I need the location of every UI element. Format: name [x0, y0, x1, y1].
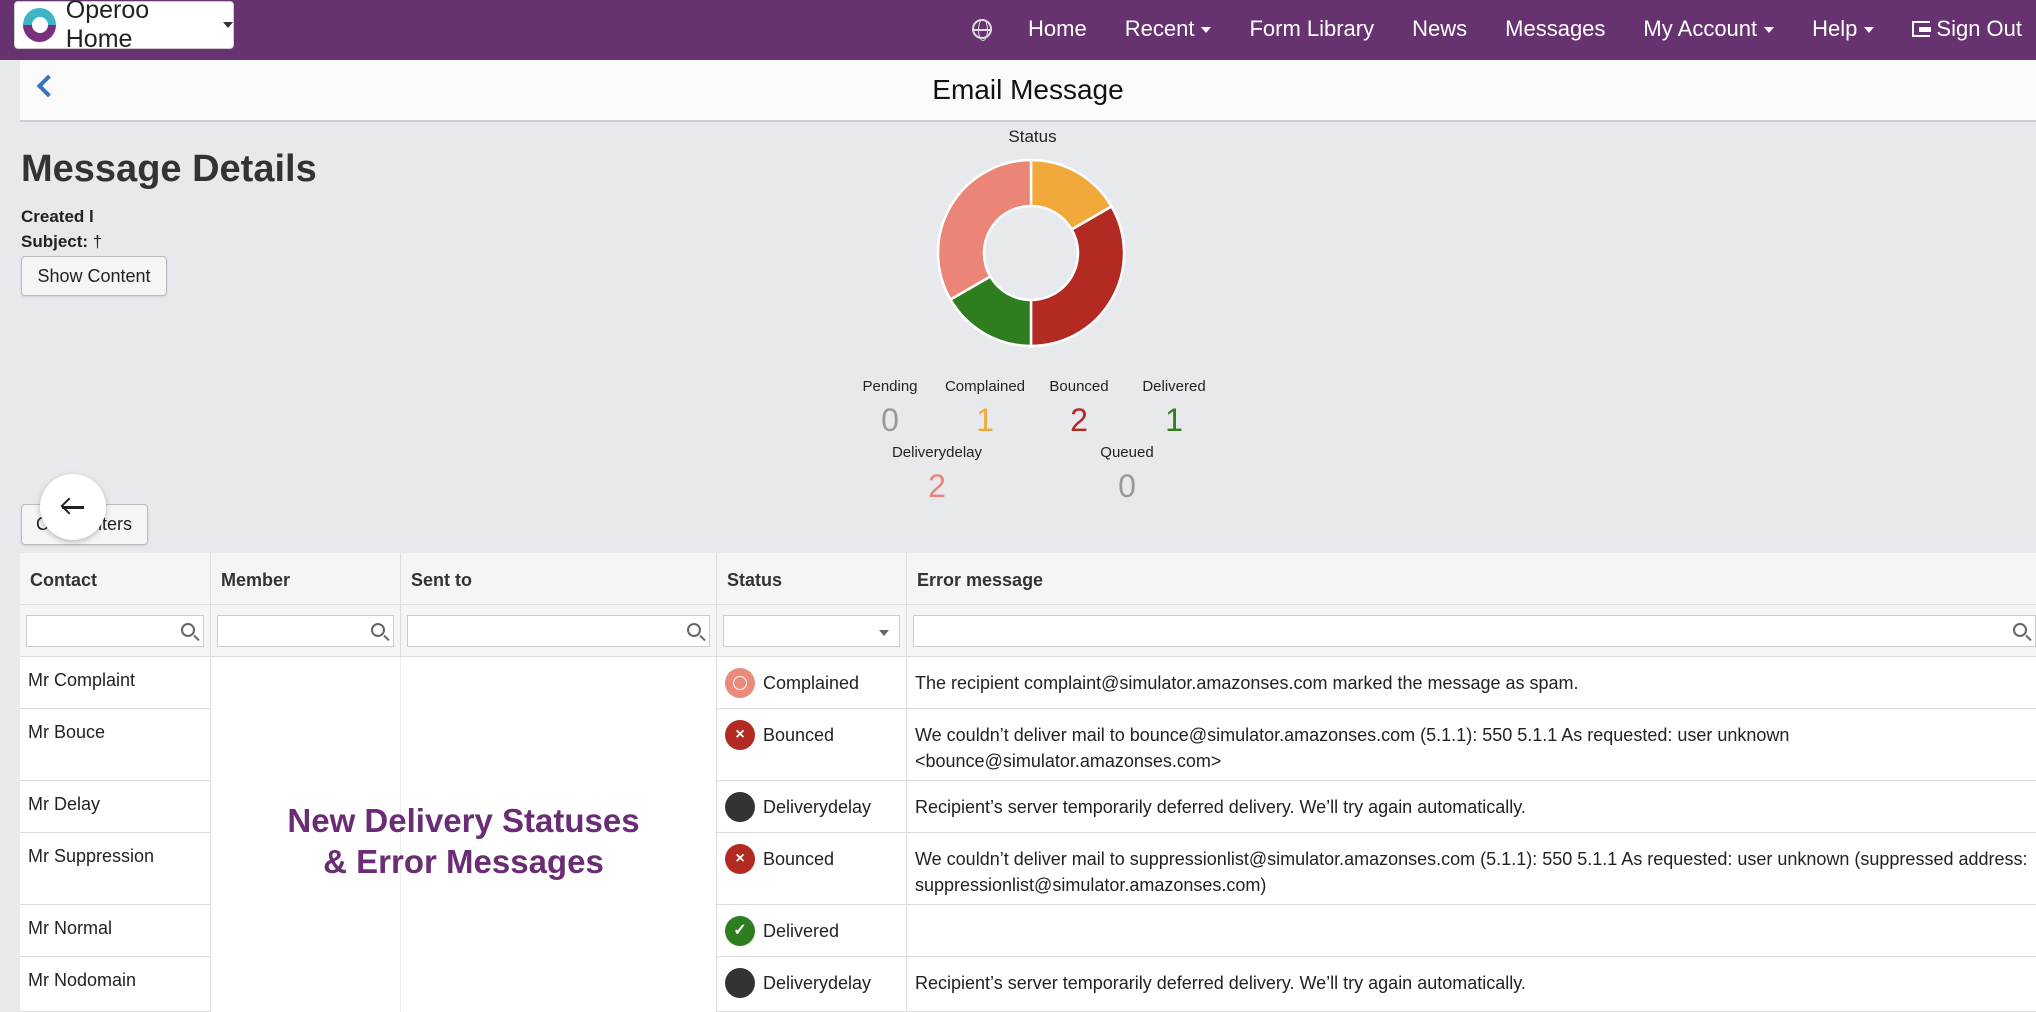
- column-header-contact[interactable]: Contact: [20, 553, 211, 605]
- subject-value: †: [92, 232, 103, 251]
- chevron-down-icon: [879, 630, 889, 636]
- nav-form-library[interactable]: Form Library: [1249, 16, 1374, 42]
- globe-icon[interactable]: [972, 19, 993, 41]
- complained-sad-face-icon: [725, 668, 755, 698]
- search-icon: [687, 623, 701, 637]
- error-message-cell: The recipient complaint@simulator.amazon…: [915, 673, 1579, 693]
- brand-label: Operoo Home: [65, 0, 150, 53]
- chevron-down-icon: [1764, 27, 1775, 34]
- delivery-delay-dot-icon: [725, 792, 755, 822]
- nav-news[interactable]: News: [1412, 16, 1467, 42]
- chevron-down-icon: [1864, 27, 1875, 34]
- search-icon: [2013, 623, 2027, 637]
- chevron-down-icon: [223, 22, 233, 28]
- show-content-button[interactable]: Show Content: [21, 256, 167, 296]
- legend-value-queued: 0: [1118, 468, 1136, 504]
- search-icon: [181, 623, 195, 637]
- member-filter-cell: [211, 605, 401, 657]
- column-header-error-message[interactable]: Error message: [907, 553, 2036, 605]
- contact-cell: Mr Complaint: [20, 657, 211, 708]
- contact-cell: Mr Bouce: [20, 709, 211, 780]
- subject-line: Subject: †: [21, 232, 102, 252]
- nav-help-label: Help: [1812, 16, 1858, 41]
- status-text: Deliverydelay: [763, 973, 872, 993]
- created-label: Created l: [21, 207, 94, 226]
- status-text: Complained: [763, 673, 860, 693]
- nav-my-account-label: My Account: [1643, 16, 1758, 41]
- status-text: Bounced: [763, 849, 835, 869]
- legend-label-delivered: Delivered: [1142, 378, 1206, 395]
- column-header-sent-to[interactable]: Sent to: [401, 553, 717, 605]
- error-message-cell: Recipient’s server temporarily deferred …: [915, 973, 1526, 993]
- nav-sign-out[interactable]: Sign Out: [1912, 16, 2022, 42]
- status-text: Bounced: [763, 725, 835, 745]
- donut-slice-bounced[interactable]: [1029, 204, 1126, 348]
- callout-line-1: New Delivery Statuses: [287, 802, 640, 839]
- contact-cell: Mr Nodomain: [20, 957, 211, 1011]
- status-cell: Deliverydelay: [717, 957, 907, 1011]
- bounced-x-icon: ×: [725, 844, 755, 874]
- chevron-down-icon: [1201, 27, 1212, 34]
- delivery-delay-dot-icon: [725, 968, 755, 998]
- column-header-status[interactable]: Status: [717, 553, 907, 605]
- nav-recent-label: Recent: [1124, 16, 1195, 41]
- status-cell: ✓ Delivered: [717, 905, 907, 956]
- contact-cell: Mr Delay: [20, 781, 211, 832]
- floating-back-button[interactable]: [40, 474, 106, 540]
- page-header: Email Message: [20, 60, 2036, 122]
- bounced-x-icon: ×: [725, 720, 755, 750]
- legend-value-deliverydelay: 2: [928, 468, 946, 504]
- status-cell: Complained: [717, 657, 907, 708]
- sent-to-filter-input[interactable]: [407, 615, 710, 647]
- status-text: Deliverydelay: [763, 797, 872, 817]
- delivered-check-icon: ✓: [725, 916, 755, 946]
- brand-home-dropdown[interactable]: Operoo Home: [14, 0, 234, 53]
- status-filter-select[interactable]: [723, 615, 900, 647]
- error-message-cell: Recipient’s server temporarily deferred …: [915, 797, 1526, 817]
- error-message-cell: We couldn’t deliver mail to bounce@simul…: [915, 725, 1790, 771]
- contact-filter-input[interactable]: [26, 615, 204, 647]
- callout-line-2: & Error Messages: [323, 843, 604, 880]
- legend-value-delivered: 1: [1165, 402, 1183, 438]
- error-filter-input[interactable]: [913, 615, 2036, 647]
- nav-help[interactable]: Help: [1812, 16, 1875, 42]
- nav-recent[interactable]: Recent: [1125, 16, 1212, 42]
- nav-messages[interactable]: Messages: [1505, 16, 1605, 42]
- status-cell: × Bounced: [717, 833, 907, 904]
- table-header: Contact Member Sent to Status Error mess…: [20, 553, 2036, 605]
- page-title: Email Message: [932, 74, 1124, 105]
- donut-slice-deliverydelay[interactable]: [936, 158, 1033, 302]
- filter-row: [20, 605, 2036, 657]
- search-icon: [371, 623, 385, 637]
- status-donut-chart: [936, 158, 1126, 348]
- contact-cell: Mr Normal: [20, 905, 211, 956]
- status-cell: Deliverydelay: [717, 781, 907, 832]
- member-filter-input[interactable]: [217, 615, 394, 647]
- sent-to-filter-cell: [401, 605, 717, 657]
- top-navbar: Operoo Home Home Recent Form Library New…: [0, 0, 2036, 60]
- error-message-cell: We couldn’t deliver mail to suppressionl…: [915, 849, 2028, 895]
- status-text: Delivered: [763, 921, 840, 941]
- nav-home[interactable]: Home: [1028, 16, 1087, 42]
- chart-title: Status: [1008, 127, 1057, 146]
- callout-text: New Delivery Statuses & Error Messages: [211, 800, 716, 882]
- error-filter-cell: [907, 605, 2036, 657]
- legend-label-queued: Queued: [1100, 444, 1154, 461]
- nav-my-account[interactable]: My Account: [1643, 16, 1775, 42]
- error-message-cell: [907, 905, 2036, 956]
- subject-label: Subject:: [21, 232, 89, 251]
- contact-cell: Mr Suppression: [20, 833, 211, 904]
- operoo-logo-icon: [23, 8, 56, 42]
- contact-filter-cell: [20, 605, 211, 657]
- nav-sign-out-label: Sign Out: [1936, 16, 2022, 41]
- status-filter-cell: [717, 605, 907, 657]
- sign-out-icon: [1912, 21, 1932, 37]
- message-details-heading: Message Details: [21, 148, 317, 190]
- arrow-left-head: [60, 497, 78, 515]
- legend-label-deliverydelay: Deliverydelay: [891, 444, 983, 461]
- status-cell: × Bounced: [717, 709, 907, 780]
- column-header-member[interactable]: Member: [211, 553, 401, 605]
